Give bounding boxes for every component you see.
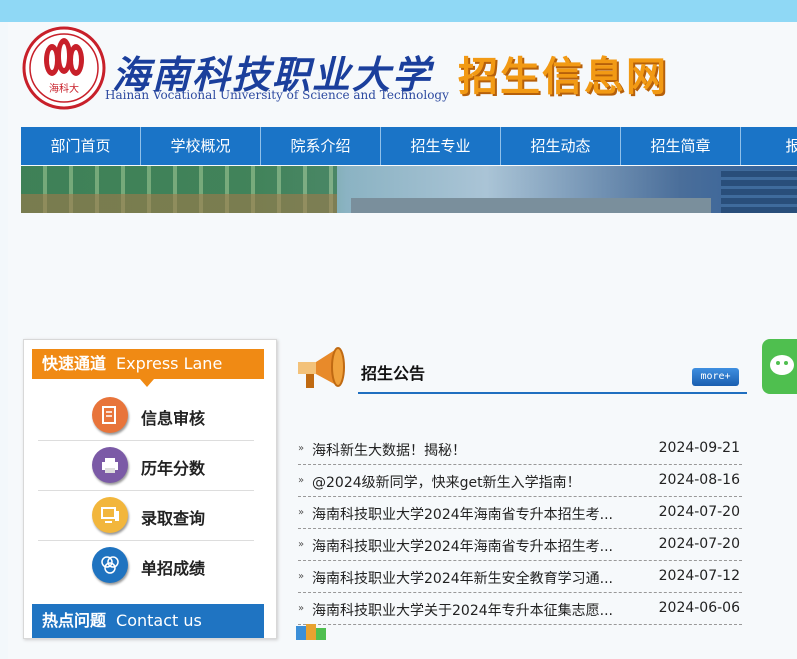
books-icon <box>294 620 338 640</box>
bullet-icon: » <box>298 475 305 486</box>
news-date: 2024-07-20 <box>658 536 740 552</box>
nav-item-apply[interactable]: 报考 <box>741 127 797 165</box>
lane-info-review[interactable]: 信息审核 <box>38 390 254 441</box>
main-nav: 部门首页 学校概况 院系介绍 招生专业 招生动态 招生简章 报考 <box>21 127 797 165</box>
campus-banner-image <box>21 166 797 213</box>
express-lane-subtitle: Express Lane <box>116 354 223 373</box>
site-title: 招生信息网 <box>458 54 668 100</box>
notice-title: 招生公告 <box>361 364 426 383</box>
news-item[interactable]: » 海南科技职业大学2024年海南省专升本招生考... 2024-07-20 <box>298 529 742 561</box>
news-title[interactable]: 海南科技职业大学2024年海南省专升本招生考... <box>312 536 613 556</box>
news-date: 2024-08-16 <box>658 472 740 488</box>
nav-item-brochure[interactable]: 招生简章 <box>621 127 741 165</box>
news-item[interactable]: » 海南科技职业大学关于2024年专升本征集志愿... 2024-06-06 <box>298 593 742 625</box>
quick-access-sidebar: 快速通道 Express Lane 信息审核 历年分数 录取查询 单招成绩 热点问… <box>23 339 277 639</box>
news-title[interactable]: 海南科技职业大学2024年海南省专升本招生考... <box>312 504 613 524</box>
wechat-icon[interactable] <box>762 339 797 394</box>
university-name-en: Hainan Vocational University of Science … <box>105 88 449 102</box>
bullet-icon: » <box>298 539 305 550</box>
lane-label: 信息审核 <box>141 409 206 428</box>
express-lane-title: 快速通道 <box>42 354 107 373</box>
news-item[interactable]: » 海科新生大数据！揭秘！ 2024-09-21 <box>298 433 742 465</box>
rings-icon <box>92 547 128 583</box>
lane-label: 历年分数 <box>141 459 206 478</box>
news-item[interactable]: » 海南科技职业大学2024年新生安全教育学习通... 2024-07-12 <box>298 561 742 593</box>
nav-item-departments[interactable]: 院系介绍 <box>261 127 381 165</box>
nav-item-majors[interactable]: 招生专业 <box>381 127 501 165</box>
hot-questions-title: 热点问题 <box>42 611 107 630</box>
browser-top-strip <box>0 0 797 22</box>
nav-item-news[interactable]: 招生动态 <box>501 127 621 165</box>
megaphone-icon <box>290 340 348 398</box>
news-title[interactable]: 海南科技职业大学2024年新生安全教育学习通... <box>312 568 613 588</box>
site-header: 海科大 海南科技职业大学 Hainan Vocational Universit… <box>8 22 797 126</box>
express-lane-header: 快速通道 Express Lane <box>32 349 264 379</box>
express-arrow-icon <box>140 379 154 387</box>
news-item[interactable]: » @2024级新同学，快来get新生入学指南！ 2024-08-16 <box>298 465 742 497</box>
notice-divider <box>358 392 747 394</box>
lane-label: 录取查询 <box>141 509 206 528</box>
bullet-icon: » <box>298 443 305 454</box>
news-date: 2024-07-12 <box>658 568 740 584</box>
news-title[interactable]: 海南科技职业大学关于2024年专升本征集志愿... <box>312 600 613 620</box>
bullet-icon: » <box>298 571 305 582</box>
lane-past-scores[interactable]: 历年分数 <box>38 440 254 491</box>
news-date: 2024-06-06 <box>658 600 740 616</box>
news-date: 2024-09-21 <box>658 440 740 456</box>
news-date: 2024-07-20 <box>658 504 740 520</box>
more-button[interactable]: more+ <box>692 368 739 386</box>
admission-notice-panel: 招生公告 more+ » 海科新生大数据！揭秘！ 2024-09-21 » @2024… <box>290 340 750 625</box>
lane-label: 单招成绩 <box>141 559 206 578</box>
nav-item-home[interactable]: 部门首页 <box>21 127 141 165</box>
bullet-icon: » <box>298 603 305 614</box>
document-icon <box>92 397 128 433</box>
university-logo[interactable]: 海科大 <box>22 26 106 110</box>
svg-text:海科大: 海科大 <box>49 82 79 95</box>
nav-item-overview[interactable]: 学校概况 <box>141 127 261 165</box>
lane-admission-query[interactable]: 录取查询 <box>38 490 254 541</box>
printer-icon <box>92 447 128 483</box>
news-item[interactable]: » 海南科技职业大学2024年海南省专升本招生考... 2024-07-20 <box>298 497 742 529</box>
lane-single-exam-score[interactable]: 单招成绩 <box>38 540 254 590</box>
news-title[interactable]: 海科新生大数据！揭秘！ <box>312 440 466 460</box>
bullet-icon: » <box>298 507 305 518</box>
contact-us-label: Contact us <box>116 611 202 630</box>
hot-questions-header[interactable]: 热点问题 Contact us <box>32 604 264 638</box>
computer-icon <box>92 497 128 533</box>
news-title[interactable]: @2024级新同学，快来get新生入学指南！ <box>312 472 581 492</box>
